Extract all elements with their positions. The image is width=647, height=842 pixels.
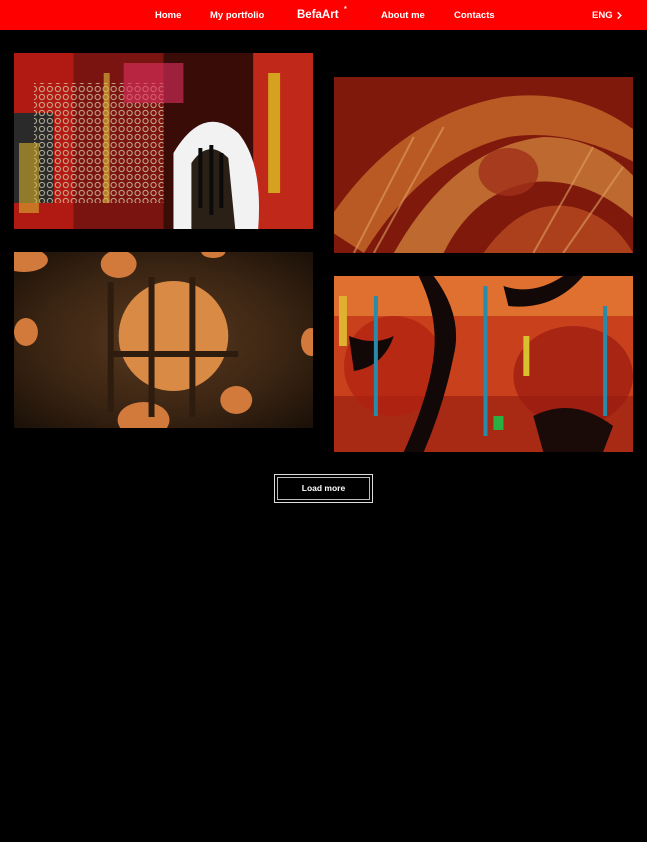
- language-switcher[interactable]: ENG: [592, 0, 613, 30]
- artwork-3-image: [14, 252, 313, 428]
- nav-contacts-link[interactable]: Contacts: [454, 0, 495, 30]
- load-more-button[interactable]: Load more: [274, 474, 373, 503]
- artwork-4[interactable]: [334, 276, 633, 452]
- logo-star-mark: *: [344, 6, 347, 13]
- nav-home-link[interactable]: Home: [155, 0, 181, 30]
- artwork-4-image: [334, 276, 633, 452]
- chevron-right-icon[interactable]: [615, 11, 624, 20]
- artwork-1[interactable]: [14, 53, 313, 229]
- artwork-3[interactable]: [14, 252, 313, 428]
- site-logo[interactable]: BefaArt: [297, 0, 339, 30]
- artwork-2-image: [334, 77, 633, 253]
- artwork-1-image: [14, 53, 313, 229]
- nav-about-link[interactable]: About me: [381, 0, 425, 30]
- nav-portfolio-link[interactable]: My portfolio: [210, 0, 264, 30]
- artwork-2[interactable]: [334, 77, 633, 253]
- top-navigation-bar: Home My portfolio BefaArt * About me Con…: [0, 0, 647, 30]
